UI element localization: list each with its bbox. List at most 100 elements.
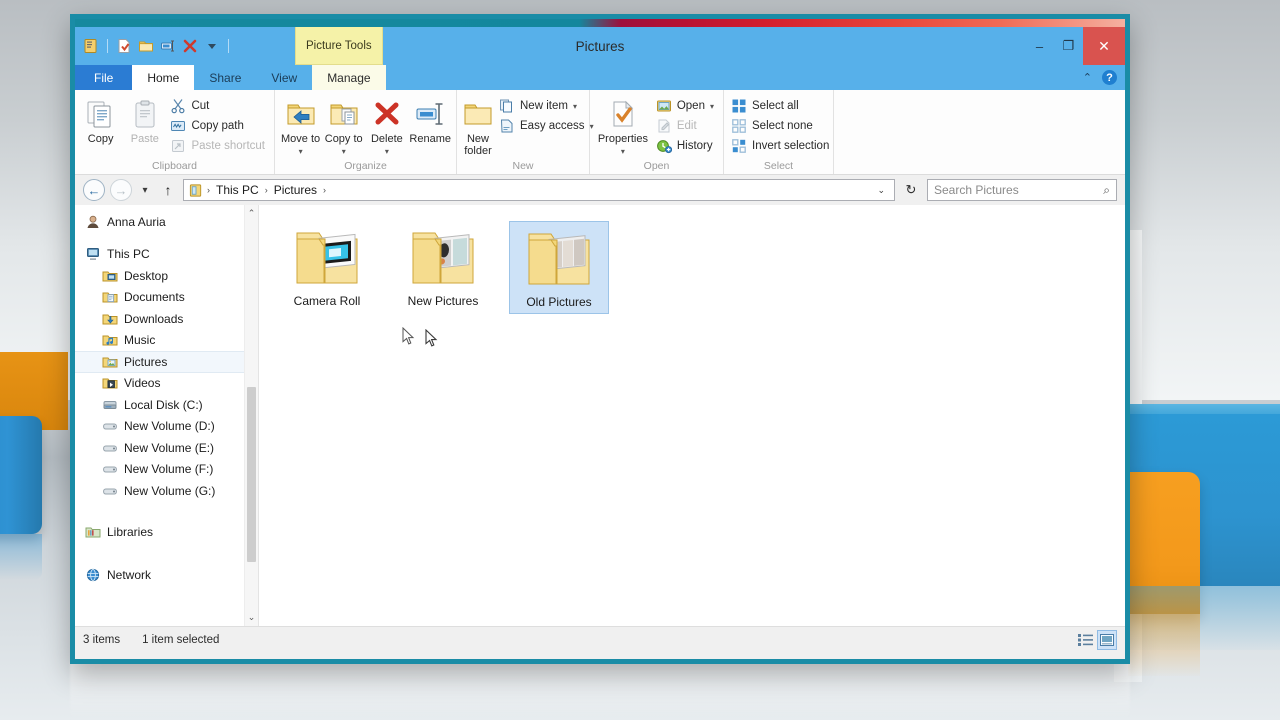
tab-view[interactable]: View: [256, 65, 312, 90]
minimize-button[interactable]: –: [1025, 27, 1054, 65]
sidebar-item-label: Local Disk (C:): [124, 397, 203, 412]
select-none-button[interactable]: Select none: [729, 117, 833, 135]
forward-button[interactable]: →: [110, 179, 132, 201]
address-bar[interactable]: › This PC › Pictures › ⌄: [183, 179, 895, 201]
file-item-old-pictures[interactable]: Old Pictures: [509, 221, 609, 314]
ribbon: Copy Paste Cut Copy path Paste shortcut …: [75, 90, 1125, 175]
properties-icon[interactable]: [83, 38, 99, 54]
new-small-buttons: New item ▾ Easy access ▾: [497, 94, 598, 135]
file-item-camera-roll[interactable]: Camera Roll: [277, 221, 377, 314]
copy-button[interactable]: Copy: [80, 94, 121, 145]
scroll-up-arrow-icon[interactable]: ⌃: [248, 205, 256, 222]
sidebar-item-videos[interactable]: Videos: [75, 373, 258, 395]
cut-button[interactable]: Cut: [168, 97, 269, 115]
sidebar-item-new-volume-f[interactable]: New Volume (F:): [75, 459, 258, 481]
sidebar-item-new-volume-d[interactable]: New Volume (D:): [75, 416, 258, 438]
address-dropdown-icon[interactable]: ⌄: [872, 185, 890, 196]
navigation-pane-scroll-thumb[interactable]: [247, 387, 256, 562]
collapse-ribbon-chevron-icon[interactable]: ⌃: [1083, 71, 1092, 84]
recent-locations-button[interactable]: ▾: [137, 179, 153, 201]
refresh-button[interactable]: ↻: [900, 179, 922, 201]
new-folder-button[interactable]: New folder: [462, 94, 494, 158]
sidebar-item-downloads[interactable]: Downloads: [75, 308, 258, 330]
sidebar-item-desktop[interactable]: Desktop: [75, 265, 258, 287]
quick-access-toolbar[interactable]: [75, 27, 231, 65]
select-all-label: Select all: [752, 100, 799, 112]
sidebar-item-local-disk-c[interactable]: Local Disk (C:): [75, 394, 258, 416]
ribbon-right-controls: ⌃ ?: [1083, 65, 1117, 90]
tab-file[interactable]: File: [75, 65, 133, 90]
help-icon[interactable]: ?: [1102, 70, 1117, 85]
new-folder-icon[interactable]: [116, 38, 132, 54]
properties-button[interactable]: Properties ▾: [595, 94, 651, 157]
copy-to-caret-icon[interactable]: ▾: [342, 147, 346, 157]
invert-selection-button[interactable]: Invert selection: [729, 137, 833, 155]
scroll-down-arrow-icon[interactable]: ⌄: [248, 609, 256, 626]
rename-button[interactable]: Rename: [409, 94, 451, 145]
delete-button[interactable]: Delete ▾: [366, 94, 407, 157]
select-group-label: Select: [763, 160, 794, 172]
search-input[interactable]: Search Pictures: [934, 183, 1019, 197]
file-explorer-window: Picture Tools Pictures – ❐ ✕ File Home S…: [70, 14, 1130, 664]
view-mode-buttons: [1075, 627, 1117, 652]
move-to-button[interactable]: Move to ▾: [280, 94, 321, 157]
customize-dropdown-icon[interactable]: [204, 38, 220, 54]
paste-shortcut-button[interactable]: Paste shortcut: [168, 137, 269, 155]
tab-manage[interactable]: Manage: [312, 65, 386, 90]
sidebar-item-network[interactable]: Network: [75, 564, 258, 586]
up-button[interactable]: ↑: [158, 179, 178, 201]
move-to-caret-icon[interactable]: ▾: [299, 147, 303, 157]
sidebar-item-documents[interactable]: Documents: [75, 287, 258, 309]
file-item-new-pictures[interactable]: New Pictures: [393, 221, 493, 314]
copy-path-button[interactable]: Copy path: [168, 117, 269, 135]
sidebar-item-music[interactable]: Music: [75, 330, 258, 352]
edit-button[interactable]: Edit: [654, 117, 718, 135]
rename-icon[interactable]: [160, 38, 176, 54]
new-folder-icon: [464, 104, 492, 125]
paste-icon: [135, 100, 155, 128]
new-item-button[interactable]: New item ▾: [497, 97, 598, 115]
sidebar-item-libraries[interactable]: Libraries: [75, 522, 258, 544]
breadcrumb-separator-2[interactable]: ›: [323, 185, 326, 195]
sidebar-item-new-volume-g[interactable]: New Volume (G:): [75, 480, 258, 502]
large-icons-view-button[interactable]: [1097, 629, 1117, 650]
open-button[interactable]: Open ▾: [654, 97, 718, 115]
sidebar-item-label: Music: [124, 333, 156, 348]
sidebar-item-anna-auria[interactable]: Anna Auria: [75, 211, 258, 233]
select-all-button[interactable]: Select all: [729, 97, 833, 115]
history-label: History: [676, 140, 713, 152]
open-icon: [656, 100, 671, 112]
tab-home[interactable]: Home: [132, 65, 195, 90]
tab-share[interactable]: Share: [194, 65, 256, 90]
drive-icon: [103, 466, 117, 473]
paste-button[interactable]: Paste: [124, 94, 165, 145]
select-small-buttons: Select all Select none Invert selection: [729, 94, 833, 155]
properties-caret-icon[interactable]: ▾: [621, 147, 625, 157]
open-caret-icon[interactable]: ▾: [710, 102, 714, 111]
back-button[interactable]: ←: [83, 179, 105, 201]
details-view-button[interactable]: [1075, 630, 1095, 650]
copy-to-button[interactable]: Copy to ▾: [323, 94, 364, 157]
breadcrumb-pictures[interactable]: Pictures: [271, 183, 320, 197]
sidebar-item-new-volume-e[interactable]: New Volume (E:): [75, 437, 258, 459]
folder-icon[interactable]: [138, 38, 154, 54]
new-pictures-folder-icon: [412, 232, 474, 284]
breadcrumb-this-pc[interactable]: This PC: [213, 183, 262, 197]
close-button[interactable]: ✕: [1083, 27, 1125, 65]
delete-caret-icon[interactable]: ▾: [385, 147, 389, 157]
sidebar-item-pictures[interactable]: Pictures: [75, 351, 258, 373]
hard-disk-icon: [103, 400, 117, 409]
ribbon-tab-strip: File Home Share View Manage ⌃ ?: [75, 65, 1125, 90]
new-item-caret-icon[interactable]: ▾: [573, 102, 577, 111]
history-button[interactable]: History: [654, 137, 718, 155]
file-list-view[interactable]: Camera Roll New Pictures Old Pictures: [259, 205, 1125, 626]
maximize-button[interactable]: ❐: [1054, 27, 1083, 65]
new-item-icon: [500, 99, 512, 113]
ribbon-group-organize: Move to ▾ Copy to ▾ Delete ▾ Rename Orga…: [275, 90, 457, 174]
clipboard-group-label: Clipboard: [152, 160, 197, 172]
window-controls[interactable]: – ❐ ✕: [1025, 27, 1125, 65]
sidebar-item-this-pc[interactable]: This PC: [75, 244, 258, 266]
search-box[interactable]: Search Pictures ⌕: [927, 179, 1117, 201]
delete-icon[interactable]: [182, 38, 198, 54]
easy-access-button[interactable]: Easy access ▾: [497, 117, 598, 135]
